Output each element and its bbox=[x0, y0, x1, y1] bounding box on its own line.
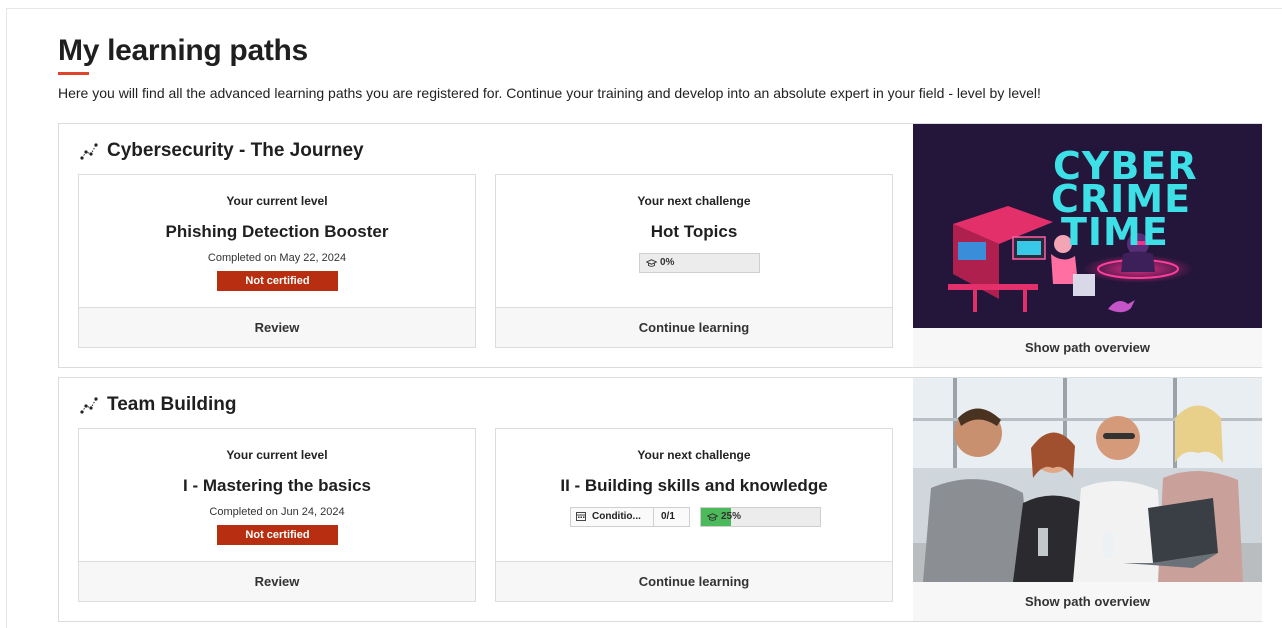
show-path-overview-button[interactable]: Show path overview bbox=[913, 582, 1262, 621]
next-challenge-box: Your next challenge II - Building skills… bbox=[495, 428, 893, 602]
progress-bar: 25% bbox=[700, 507, 821, 527]
status-badge: Not certified bbox=[217, 525, 338, 545]
completed-date: Completed on May 22, 2024 bbox=[207, 252, 347, 264]
learning-path-card: Team Building Your current level I - Mas… bbox=[58, 377, 1262, 622]
path-nodes-icon bbox=[80, 143, 98, 160]
path-nodes-icon bbox=[80, 397, 98, 414]
path-title: Cybersecurity - The Journey bbox=[79, 140, 364, 162]
next-challenge-kicker: Your next challenge bbox=[637, 448, 751, 462]
next-challenge-name: II - Building skills and knowledge bbox=[560, 476, 828, 495]
page-title: My learning paths bbox=[58, 34, 308, 67]
next-challenge-box: Your next challenge Hot Topics 0% Contin… bbox=[495, 174, 893, 348]
review-button[interactable]: Review bbox=[79, 307, 475, 347]
continue-learning-button[interactable]: Continue learning bbox=[496, 307, 892, 347]
show-path-overview-button[interactable]: Show path overview bbox=[913, 328, 1262, 367]
path-name: Team Building bbox=[107, 394, 237, 415]
current-level-kicker: Your current level bbox=[226, 448, 328, 462]
path-name: Cybersecurity - The Journey bbox=[107, 140, 364, 161]
page-intro: Here you will find all the advanced lear… bbox=[58, 85, 1041, 101]
continue-learning-button[interactable]: Continue learning bbox=[496, 561, 892, 601]
illustration-text-3: TIME bbox=[1061, 210, 1169, 254]
condition-label: Conditio... bbox=[592, 511, 641, 522]
review-button[interactable]: Review bbox=[79, 561, 475, 601]
graduation-cap-icon bbox=[646, 258, 657, 267]
current-level-name: I - Mastering the basics bbox=[183, 476, 371, 495]
title-underline bbox=[58, 72, 89, 75]
progress-label: 25% bbox=[721, 511, 742, 522]
graduation-cap-icon bbox=[707, 512, 718, 521]
next-challenge-name: Hot Topics bbox=[650, 222, 738, 241]
condition-divider bbox=[653, 508, 654, 526]
current-level-kicker: Your current level bbox=[226, 194, 328, 208]
current-level-box: Your current level Phishing Detection Bo… bbox=[78, 174, 476, 348]
condition-count: 0/1 bbox=[661, 511, 675, 522]
learning-path-card: Cybersecurity - The Journey Your current… bbox=[58, 123, 1262, 368]
calendar-icon bbox=[576, 512, 586, 521]
path-image-pane: Show path overview bbox=[913, 378, 1262, 621]
team-photo bbox=[913, 378, 1262, 582]
condition-indicator[interactable]: Conditio... 0/1 bbox=[570, 507, 690, 527]
completed-date: Completed on Jun 24, 2024 bbox=[209, 506, 345, 518]
status-badge: Not certified bbox=[217, 271, 338, 291]
current-level-name: Phishing Detection Booster bbox=[165, 222, 389, 241]
path-image-pane: CYBER CRIME TIME Show path overview bbox=[913, 124, 1262, 367]
current-level-box: Your current level I - Mastering the bas… bbox=[78, 428, 476, 602]
progress-bar: 0% bbox=[639, 253, 760, 273]
progress-label: 0% bbox=[660, 257, 675, 268]
cyber-crime-illustration: CYBER CRIME TIME bbox=[913, 124, 1262, 328]
path-title: Team Building bbox=[79, 394, 236, 416]
next-challenge-kicker: Your next challenge bbox=[637, 194, 751, 208]
